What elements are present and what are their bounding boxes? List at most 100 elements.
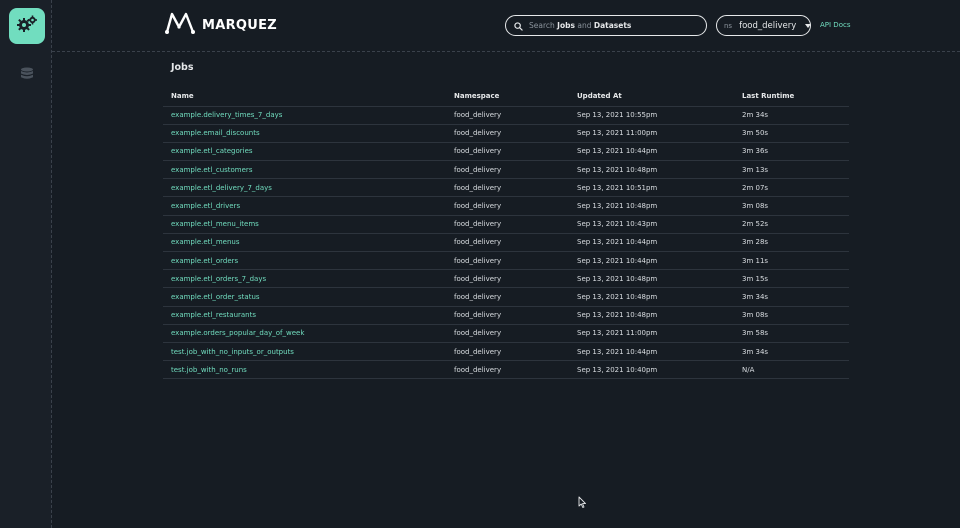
job-last-runtime: 2m 07s — [734, 178, 849, 198]
job-namespace: food_delivery — [446, 360, 569, 380]
job-last-runtime: 3m 08s — [734, 306, 849, 325]
job-name-link[interactable]: example.etl_customers — [163, 160, 446, 180]
database-icon — [20, 66, 34, 85]
job-namespace: food_delivery — [446, 233, 569, 253]
job-namespace: food_delivery — [446, 324, 569, 343]
job-namespace: food_delivery — [446, 106, 569, 125]
job-last-runtime: 2m 52s — [734, 215, 849, 234]
gears-icon — [16, 15, 38, 37]
mouse-cursor-icon — [578, 494, 587, 513]
job-namespace: food_delivery — [446, 342, 569, 362]
job-name-link[interactable]: example.etl_delivery_7_days — [163, 178, 446, 198]
job-name-link[interactable]: example.etl_order_status — [163, 287, 446, 307]
job-last-runtime: 3m 08s — [734, 196, 849, 216]
job-name-link[interactable]: example.etl_orders — [163, 251, 446, 271]
job-name-link[interactable]: example.etl_menu_items — [163, 215, 446, 234]
jobs-table-body: example.delivery_times_7_days food_delive… — [163, 106, 849, 380]
job-last-runtime: 3m 15s — [734, 269, 849, 289]
job-namespace: food_delivery — [446, 160, 569, 180]
job-last-runtime: 3m 34s — [734, 342, 849, 362]
search-icon — [514, 16, 523, 35]
job-updated-at: Sep 13, 2021 10:44pm — [569, 251, 734, 271]
job-updated-at: Sep 13, 2021 11:00pm — [569, 124, 734, 143]
search-placeholder: Search Jobs and Datasets — [529, 21, 632, 30]
column-header-last-runtime: Last Runtime — [734, 87, 849, 107]
search-input[interactable]: Search Jobs and Datasets — [505, 15, 707, 36]
table-row[interactable]: example.etl_orders_7_days food_delivery Se… — [163, 269, 849, 289]
logo[interactable]: MARQUEZ — [164, 12, 277, 38]
job-last-runtime: 3m 34s — [734, 287, 849, 307]
jobs-page: Jobs Name Namespace Updated At Last Runt… — [163, 62, 849, 380]
table-row[interactable]: example.etl_menus food_delivery Sep 13, 20… — [163, 233, 849, 253]
job-namespace: food_delivery — [446, 142, 569, 162]
column-header-namespace: Namespace — [446, 87, 569, 107]
job-namespace: food_delivery — [446, 269, 569, 289]
job-updated-at: Sep 13, 2021 10:44pm — [569, 142, 734, 162]
column-header-name: Name — [163, 87, 446, 107]
job-updated-at: Sep 13, 2021 10:51pm — [569, 178, 734, 198]
table-row[interactable]: example.etl_orders food_delivery Sep 13, 2… — [163, 251, 849, 271]
job-updated-at: Sep 13, 2021 10:48pm — [569, 287, 734, 307]
job-updated-at: Sep 13, 2021 10:43pm — [569, 215, 734, 234]
job-last-runtime: 3m 50s — [734, 124, 849, 143]
sidebar — [0, 0, 52, 528]
job-namespace: food_delivery — [446, 251, 569, 271]
job-updated-at: Sep 13, 2021 10:40pm — [569, 360, 734, 380]
job-updated-at: Sep 13, 2021 10:48pm — [569, 269, 734, 289]
table-row[interactable]: example.orders_popular_day_of_week food_d… — [163, 324, 849, 343]
sidebar-jobs-button[interactable] — [9, 8, 45, 44]
job-last-runtime: 2m 34s — [734, 106, 849, 125]
table-row[interactable]: example.etl_customers food_delivery Sep 13… — [163, 160, 849, 180]
table-row[interactable]: test.job_with_no_inputs_or_outputs food_d… — [163, 342, 849, 362]
job-name-link[interactable]: example.email_discounts — [163, 124, 446, 143]
table-row[interactable]: example.etl_delivery_7_days food_delivery… — [163, 178, 849, 198]
job-namespace: food_delivery — [446, 215, 569, 234]
table-row[interactable]: example.etl_menu_items food_delivery Sep 1… — [163, 215, 849, 234]
job-name-link[interactable]: example.etl_orders_7_days — [163, 269, 446, 289]
job-name-link[interactable]: example.delivery_times_7_days — [163, 106, 446, 125]
job-namespace: food_delivery — [446, 178, 569, 198]
job-name-link[interactable]: example.etl_categories — [163, 142, 446, 162]
table-row[interactable]: example.delivery_times_7_days food_delive… — [163, 106, 849, 125]
namespace-value: food_delivery — [739, 20, 797, 31]
job-updated-at: Sep 13, 2021 10:44pm — [569, 233, 734, 253]
namespace-prefix: ns — [724, 21, 733, 30]
job-updated-at: Sep 13, 2021 10:55pm — [569, 106, 734, 125]
job-namespace: food_delivery — [446, 196, 569, 216]
table-header-row: Name Namespace Updated At Last Runtime — [163, 87, 849, 107]
job-last-runtime: 3m 11s — [734, 251, 849, 271]
job-last-runtime: 3m 13s — [734, 160, 849, 180]
table-row[interactable]: example.etl_order_status food_delivery Sep… — [163, 287, 849, 307]
app-name: MARQUEZ — [202, 17, 278, 33]
job-name-link[interactable]: example.etl_drivers — [163, 196, 446, 216]
job-updated-at: Sep 13, 2021 10:48pm — [569, 160, 734, 180]
job-name-link[interactable]: test.job_with_no_inputs_or_outputs — [163, 342, 446, 362]
job-namespace: food_delivery — [446, 124, 569, 143]
table-row[interactable]: example.email_discounts food_delivery Sep … — [163, 124, 849, 143]
table-row[interactable]: example.etl_categories food_delivery Sep 1… — [163, 142, 849, 162]
job-name-link[interactable]: test.job_with_no_runs — [163, 360, 446, 380]
job-updated-at: Sep 13, 2021 10:44pm — [569, 342, 734, 362]
job-updated-at: Sep 13, 2021 10:48pm — [569, 196, 734, 216]
job-last-runtime: N/A — [734, 360, 849, 380]
job-last-runtime: 3m 28s — [734, 233, 849, 253]
job-name-link[interactable]: example.etl_menus — [163, 233, 446, 253]
header: MARQUEZ Search Jobs and Datasets ns food… — [52, 0, 960, 52]
table-row[interactable]: example.etl_drivers food_delivery Sep 13, … — [163, 196, 849, 216]
job-name-link[interactable]: example.etl_restaurants — [163, 306, 446, 325]
marquez-logo-icon — [164, 11, 196, 39]
page-title: Jobs — [171, 62, 194, 73]
api-docs-link[interactable]: API Docs — [820, 21, 850, 29]
namespace-select[interactable]: ns food_delivery — [716, 15, 812, 36]
job-namespace: food_delivery — [446, 287, 569, 307]
job-updated-at: Sep 13, 2021 11:00pm — [569, 324, 734, 343]
jobs-table: Name Namespace Updated At Last Runtime e… — [163, 87, 849, 380]
column-header-updated-at: Updated At — [569, 87, 734, 107]
sidebar-datasets-button[interactable] — [18, 66, 36, 84]
table-row[interactable]: test.job_with_no_runs food_delivery Sep 13… — [163, 360, 849, 380]
job-name-link[interactable]: example.orders_popular_day_of_week — [163, 324, 446, 343]
job-last-runtime: 3m 58s — [734, 324, 849, 343]
table-row[interactable]: example.etl_restaurants food_delivery Sep … — [163, 306, 849, 325]
job-updated-at: Sep 13, 2021 10:48pm — [569, 306, 734, 325]
job-namespace: food_delivery — [446, 306, 569, 325]
